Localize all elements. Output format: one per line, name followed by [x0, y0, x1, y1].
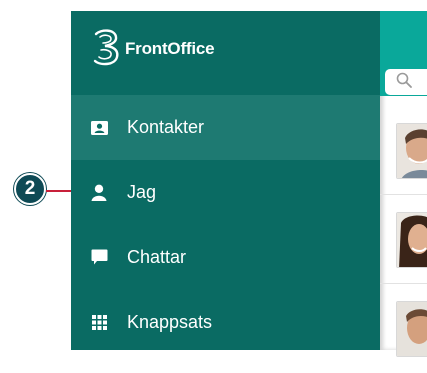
contact-row[interactable]: [380, 196, 427, 284]
chat-icon: [90, 249, 108, 267]
app-logo-text: FrontOffice: [125, 39, 215, 58]
navigation-menu: Kontakter Jag Chattar Knappsats: [71, 95, 380, 355]
keypad-icon: [90, 314, 108, 332]
navigation-drawer: FrontOffice Kontakter Jag Chattar Knapps…: [71, 11, 380, 350]
avatar: [396, 301, 427, 357]
app-logo: FrontOffice: [89, 28, 215, 71]
menu-item-label: Chattar: [127, 247, 187, 267]
avatar: [396, 212, 427, 268]
callout-badge: 2: [14, 173, 46, 205]
three-logo-icon: [89, 28, 123, 71]
contact-row[interactable]: [380, 107, 427, 195]
contacts-header: [380, 11, 427, 96]
search-input[interactable]: [385, 69, 427, 95]
menu-item-kontakter[interactable]: Kontakter: [71, 95, 380, 160]
avatar: [396, 123, 427, 179]
menu-item-jag[interactable]: Jag: [71, 160, 380, 225]
menu-item-knappsats[interactable]: Knappsats: [71, 290, 380, 355]
person-icon: [90, 184, 108, 202]
contact-row[interactable]: [380, 285, 427, 373]
contacts-panel: [380, 11, 427, 357]
menu-item-label: Knappsats: [127, 312, 213, 332]
menu-item-label: Kontakter: [127, 117, 205, 137]
contacts-icon: [90, 119, 108, 137]
search-icon: [396, 72, 412, 93]
menu-item-label: Jag: [127, 182, 157, 202]
menu-item-chattar[interactable]: Chattar: [71, 225, 380, 290]
